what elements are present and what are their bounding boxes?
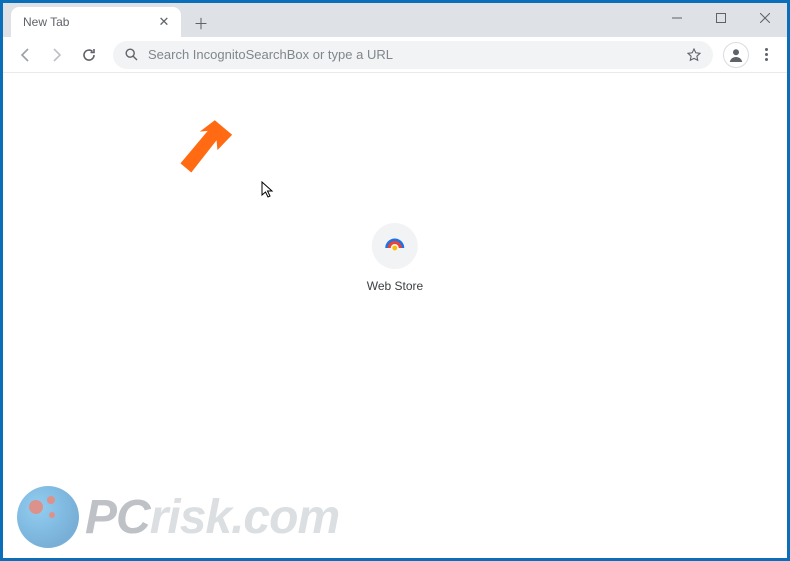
bookmark-star-icon[interactable] bbox=[687, 48, 701, 62]
window-titlebar: New Tab ✕ ＋ bbox=[3, 3, 787, 37]
watermark-text-risk: risk.com bbox=[150, 490, 339, 545]
back-button[interactable] bbox=[11, 41, 39, 69]
search-icon bbox=[125, 48, 138, 61]
shortcut-label: Web Store bbox=[367, 279, 423, 293]
maximize-icon bbox=[716, 13, 726, 23]
globe-icon bbox=[17, 486, 79, 548]
minimize-button[interactable] bbox=[655, 3, 699, 33]
watermark-logo: PCrisk.com bbox=[17, 486, 339, 548]
close-window-button[interactable] bbox=[743, 3, 787, 33]
kebab-dot-icon bbox=[765, 58, 768, 61]
window-controls bbox=[655, 3, 787, 37]
person-icon bbox=[727, 46, 745, 64]
reload-button[interactable] bbox=[75, 41, 103, 69]
forward-arrow-icon bbox=[49, 47, 65, 63]
maximize-button[interactable] bbox=[699, 3, 743, 33]
close-icon[interactable]: ✕ bbox=[157, 15, 171, 29]
new-tab-button[interactable]: ＋ bbox=[187, 9, 215, 37]
tab-strip: New Tab ✕ ＋ bbox=[3, 3, 215, 37]
kebab-dot-icon bbox=[765, 48, 768, 51]
browser-menu-button[interactable] bbox=[753, 42, 779, 68]
minimize-icon bbox=[672, 13, 682, 23]
shortcut-icon-circle bbox=[372, 223, 418, 269]
annotation-arrow-icon bbox=[168, 117, 248, 197]
back-arrow-icon bbox=[17, 47, 33, 63]
close-icon bbox=[760, 13, 770, 23]
address-bar[interactable]: Search IncognitoSearchBox or type a URL bbox=[113, 41, 713, 69]
forward-button[interactable] bbox=[43, 41, 71, 69]
kebab-dot-icon bbox=[765, 53, 768, 56]
shortcut-web-store[interactable]: Web Store bbox=[367, 223, 423, 293]
tab-new-tab[interactable]: New Tab ✕ bbox=[11, 7, 181, 37]
reload-icon bbox=[81, 47, 97, 63]
mouse-cursor-icon bbox=[261, 181, 275, 199]
web-store-icon bbox=[384, 235, 406, 257]
profile-avatar-button[interactable] bbox=[723, 42, 749, 68]
watermark-text-pc: PC bbox=[85, 490, 150, 545]
address-bar-placeholder: Search IncognitoSearchBox or type a URL bbox=[148, 47, 677, 62]
tab-title: New Tab bbox=[23, 15, 157, 29]
browser-toolbar: Search IncognitoSearchBox or type a URL bbox=[3, 37, 787, 73]
